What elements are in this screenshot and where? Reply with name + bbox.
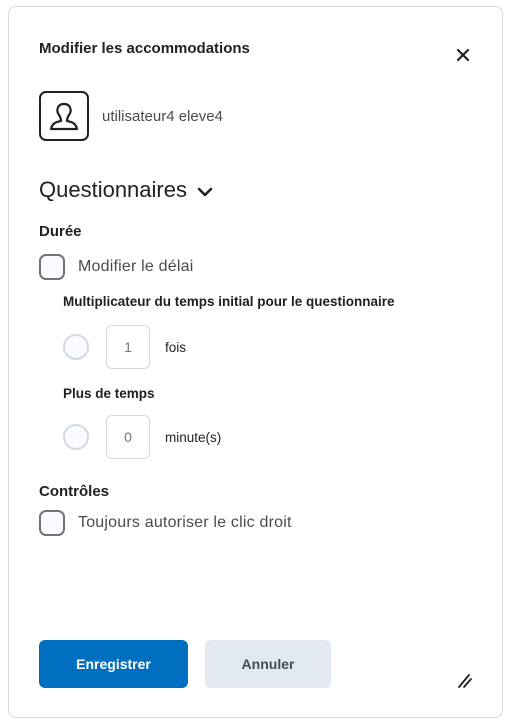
- avatar: [39, 91, 89, 141]
- section-toggle-questionnaires[interactable]: Questionnaires: [39, 177, 213, 203]
- multiplier-input[interactable]: [106, 325, 150, 369]
- duration-label: Durée: [39, 223, 82, 240]
- controls-label: Contrôles: [39, 483, 110, 500]
- extra-time-input[interactable]: [106, 415, 150, 459]
- right-click-checkbox[interactable]: [39, 510, 65, 536]
- section-title: Questionnaires: [39, 177, 187, 202]
- chevron-down-icon: [197, 187, 213, 197]
- extra-time-label: Plus de temps: [63, 386, 155, 401]
- multiplier-option: fois: [63, 325, 186, 369]
- multiplier-label: Multiplicateur du temps initial pour le …: [63, 294, 395, 309]
- save-button[interactable]: Enregistrer: [39, 640, 188, 688]
- right-click-option[interactable]: Toujours autoriser le clic droit: [39, 510, 292, 536]
- multiplier-radio[interactable]: [63, 334, 89, 360]
- resize-handle[interactable]: [455, 671, 473, 689]
- cancel-button[interactable]: Annuler: [205, 640, 331, 688]
- modify-delay-label: Modifier le délai: [78, 258, 194, 275]
- extra-time-option: minute(s): [63, 415, 221, 459]
- modify-delay-option[interactable]: Modifier le délai: [39, 254, 193, 280]
- extra-time-unit: minute(s): [165, 429, 222, 445]
- user-name: utilisateur4 eleve4: [102, 107, 223, 125]
- user-icon: [49, 102, 79, 131]
- extra-time-radio[interactable]: [63, 424, 89, 450]
- multiplier-unit: fois: [165, 339, 187, 355]
- close-icon: [456, 48, 470, 62]
- resize-grip-icon: [458, 674, 472, 688]
- user-info: utilisateur4 eleve4: [39, 91, 223, 141]
- close-button[interactable]: [449, 41, 477, 69]
- dialog-title: Modifier les accommodations: [39, 40, 250, 57]
- modify-delay-checkbox[interactable]: [39, 254, 65, 280]
- accommodations-dialog: Modifier les accommodations utilisateur4…: [8, 6, 503, 718]
- right-click-label: Toujours autoriser le clic droit: [78, 514, 292, 531]
